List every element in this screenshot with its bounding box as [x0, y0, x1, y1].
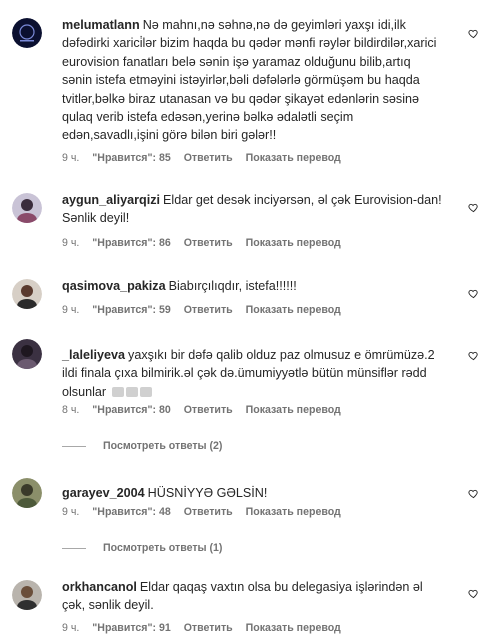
comment-username[interactable]: melumatlann: [62, 18, 140, 32]
heart-outline-icon[interactable]: [468, 488, 479, 499]
reply-button[interactable]: Ответить: [184, 304, 233, 316]
comment-likes-count[interactable]: "Нравится": 48: [92, 506, 170, 518]
comment-body: orkhancanol Eldar qaqaş vaxtın olsa bu de…: [62, 578, 442, 615]
replies-divider: [62, 445, 86, 447]
replies-divider: [62, 547, 86, 549]
show-translation-button[interactable]: Показать перевод: [246, 237, 341, 249]
comment-body: garayev_2004 HÜSNİYYƏ GƏLSİN!: [62, 484, 442, 502]
avatar[interactable]: [12, 18, 42, 48]
comment-body: _laleliyeva yaxşıkı bir dəfə qalib olduz …: [62, 346, 442, 401]
view-replies-label: Посмотреть ответы (1): [103, 542, 223, 554]
avatar[interactable]: [12, 279, 42, 309]
comment-username[interactable]: orkhancanol: [62, 580, 137, 594]
comment-meta: 9 ч. "Нравится": 86 Ответить Показать пе…: [62, 237, 351, 249]
comment-text: HÜSNİYYƏ GƏLSİN!: [147, 486, 268, 500]
comment-meta: 9 ч. "Нравится": 59 Ответить Показать пе…: [62, 304, 351, 316]
newspaper-emoji-icon: [125, 386, 138, 397]
comment-time: 8 ч.: [62, 404, 80, 416]
newspaper-emoji-icon: [111, 386, 124, 397]
view-replies-label: Посмотреть ответы (2): [103, 440, 223, 452]
comment-time: 9 ч.: [62, 622, 80, 634]
show-translation-button[interactable]: Показать перевод: [246, 622, 341, 634]
comment-time: 9 ч.: [62, 506, 80, 518]
comment-time: 9 ч.: [62, 304, 80, 316]
comment-text: Biabırçılıqdır, istefa!!!!!!: [168, 279, 297, 293]
view-replies-button[interactable]: Посмотреть ответы (2): [62, 440, 222, 452]
comment-username[interactable]: garayev_2004: [62, 486, 145, 500]
reply-button[interactable]: Ответить: [184, 237, 233, 249]
comment-body: qasimova_pakiza Biabırçılıqdır, istefa!!!…: [62, 277, 442, 295]
comment-likes-count[interactable]: "Нравится": 91: [92, 622, 170, 634]
comment-username[interactable]: qasimova_pakiza: [62, 279, 166, 293]
show-translation-button[interactable]: Показать перевод: [246, 304, 341, 316]
reply-button[interactable]: Ответить: [184, 404, 233, 416]
reply-button[interactable]: Ответить: [184, 152, 233, 164]
comment-username[interactable]: _laleliyeva: [62, 348, 125, 362]
heart-outline-icon[interactable]: [468, 202, 479, 213]
heart-outline-icon[interactable]: [468, 350, 479, 361]
avatar[interactable]: [12, 193, 42, 223]
comment-likes-count[interactable]: "Нравится": 80: [92, 404, 170, 416]
comment-username[interactable]: aygun_aliyarqizi: [62, 193, 160, 207]
reply-button[interactable]: Ответить: [184, 622, 233, 634]
comment-time: 9 ч.: [62, 237, 80, 249]
heart-outline-icon[interactable]: [468, 288, 479, 299]
reply-button[interactable]: Ответить: [184, 506, 233, 518]
comment-time: 9 ч.: [62, 152, 80, 164]
newspaper-emoji-icon: [139, 386, 152, 397]
comment-likes-count[interactable]: "Нравится": 86: [92, 237, 170, 249]
view-replies-button[interactable]: Посмотреть ответы (1): [62, 542, 222, 554]
comment-meta: 9 ч. "Нравится": 91 Ответить Показать пе…: [62, 622, 351, 634]
comment-text: Nə mahnı,nə səhnə,nə də geyimləri yaxşı …: [62, 18, 437, 143]
comment-meta: 9 ч. "Нравится": 48 Ответить Показать пе…: [62, 506, 351, 518]
avatar[interactable]: [12, 339, 42, 369]
avatar[interactable]: [12, 580, 42, 610]
heart-outline-icon[interactable]: [468, 28, 479, 39]
comment-likes-count[interactable]: "Нравится": 59: [92, 304, 170, 316]
show-translation-button[interactable]: Показать перевод: [246, 404, 341, 416]
comment-meta: 8 ч. "Нравится": 80 Ответить Показать пе…: [62, 404, 351, 416]
comment-body: melumatlann Nə mahnı,nə səhnə,nə də geyim…: [62, 16, 442, 145]
comment-likes-count[interactable]: "Нравится": 85: [92, 152, 170, 164]
avatar[interactable]: [12, 478, 42, 508]
show-translation-button[interactable]: Показать перевод: [246, 506, 341, 518]
show-translation-button[interactable]: Показать перевод: [246, 152, 341, 164]
comment-meta: 9 ч. "Нравится": 85 Ответить Показать пе…: [62, 152, 351, 164]
heart-outline-icon[interactable]: [468, 588, 479, 599]
comment-body: aygun_aliyarqizi Eldar get desək inciyərs…: [62, 191, 442, 228]
